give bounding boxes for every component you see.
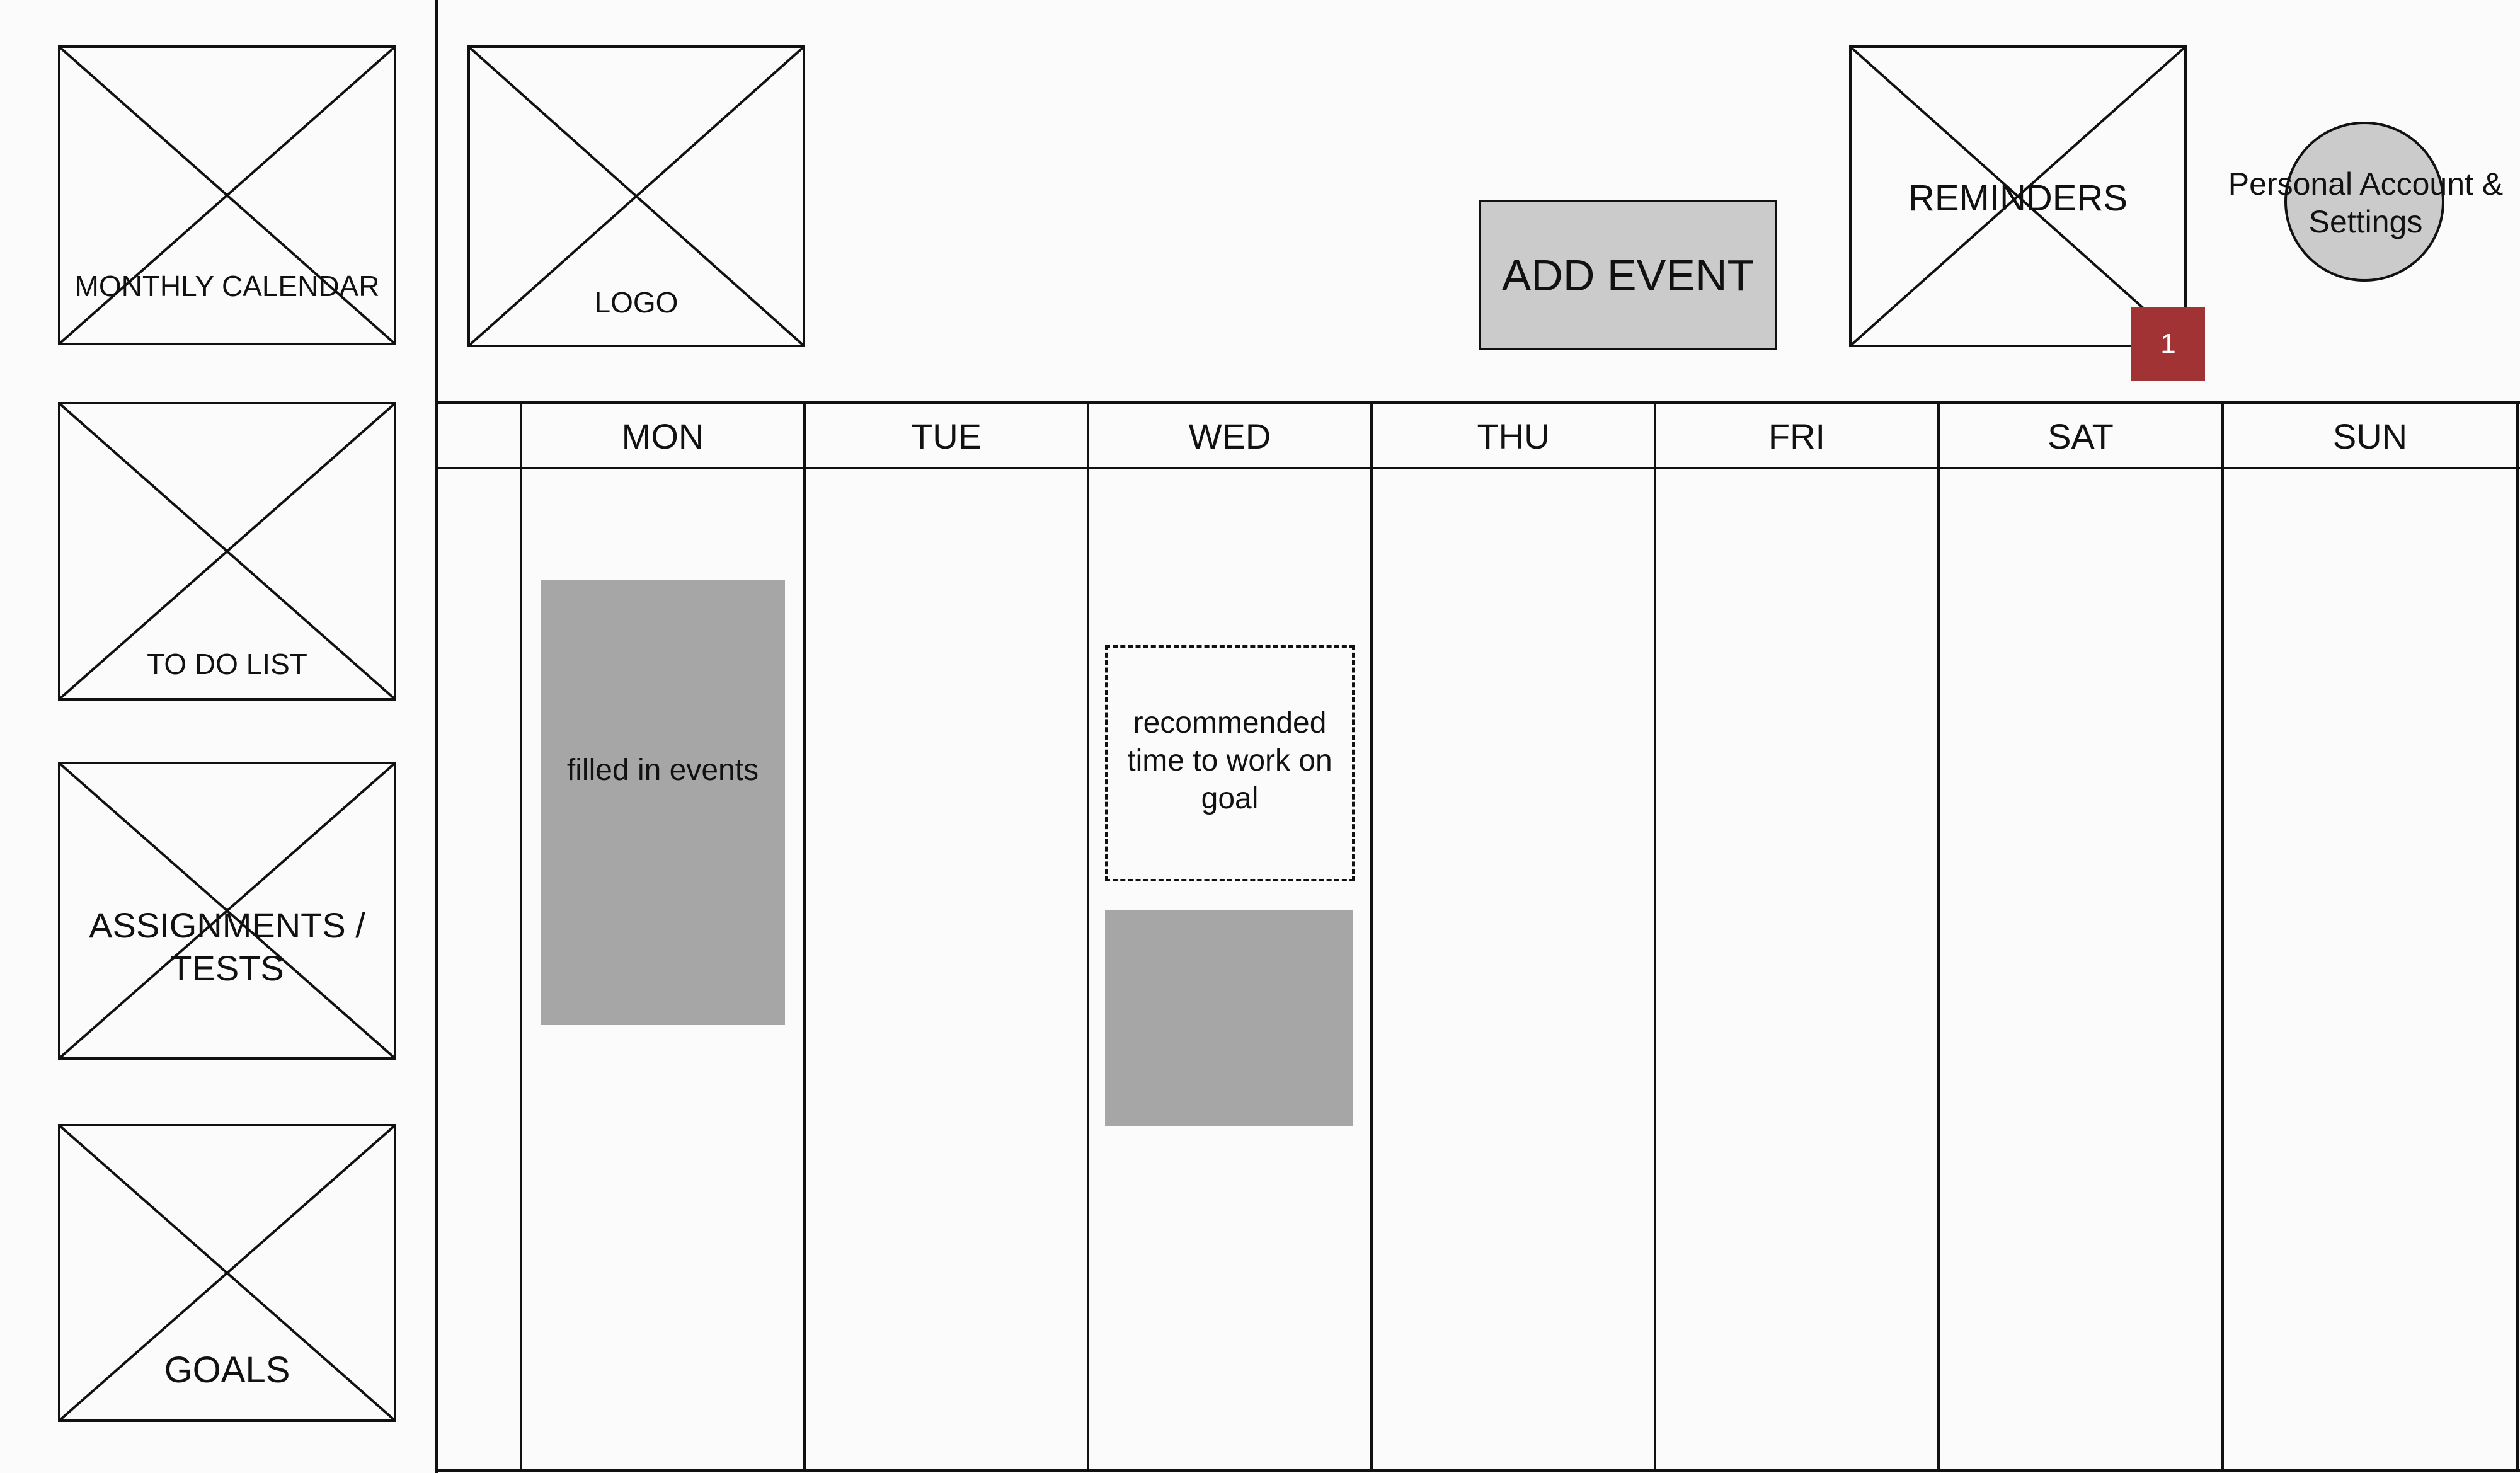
reminders-button[interactable]: REMINDERS xyxy=(1849,45,2187,347)
sidebar-item-label: TO DO LIST xyxy=(147,648,307,680)
day-column-divider xyxy=(1937,401,1940,1472)
logo-label: LOGO xyxy=(594,286,679,319)
day-header-tue[interactable]: TUE xyxy=(806,403,1087,469)
time-column-divider xyxy=(520,401,522,1472)
day-column-divider xyxy=(1654,401,1656,1472)
day-column-divider xyxy=(803,401,806,1472)
reminders-label: REMINDERS xyxy=(1908,178,2128,219)
sidebar-item-label: ASSIGNMENTS / TESTS xyxy=(89,905,365,988)
event-block-filled[interactable] xyxy=(1105,910,1353,1126)
sidebar-item-monthly-calendar[interactable]: MONTHLY CALENDAR xyxy=(58,45,396,345)
calendar-bottom-border xyxy=(435,1469,2520,1472)
account-settings-label[interactable]: Personal Account & Settings xyxy=(2218,165,2514,241)
day-column-divider xyxy=(2221,401,2224,1472)
event-block-filled[interactable]: filled in events xyxy=(541,580,785,1025)
sidebar: MONTHLY CALENDAR TO DO LIST ASSIGNMENTS … xyxy=(0,0,435,1473)
calendar-right-border xyxy=(2516,401,2519,1472)
day-header-fri[interactable]: FRI xyxy=(1656,403,1937,469)
logo: LOGO xyxy=(467,45,805,347)
day-column-divider xyxy=(1370,401,1373,1472)
day-header-thu[interactable]: THU xyxy=(1373,403,1654,469)
event-label: filled in events xyxy=(566,754,759,787)
day-column-divider xyxy=(1087,401,1089,1472)
sidebar-item-goals[interactable]: GOALS xyxy=(58,1124,396,1422)
event-label: recommended time to work on goal xyxy=(1127,706,1332,815)
day-header-sat[interactable]: SAT xyxy=(1940,403,2221,469)
sidebar-item-label: GOALS xyxy=(164,1350,290,1390)
event-block-recommended[interactable]: recommended time to work on goal xyxy=(1105,645,1354,881)
day-header-mon[interactable]: MON xyxy=(522,403,803,469)
sidebar-item-label: MONTHLY CALENDAR xyxy=(74,270,380,302)
day-header-sun[interactable]: SUN xyxy=(2224,403,2516,469)
day-header-wed[interactable]: WED xyxy=(1089,403,1370,469)
sidebar-divider xyxy=(435,0,438,1473)
sidebar-item-to-do-list[interactable]: TO DO LIST xyxy=(58,402,396,701)
add-event-button[interactable]: ADD EVENT xyxy=(1479,200,1777,350)
reminders-count-badge: 1 xyxy=(2131,307,2205,381)
sidebar-item-assignments-tests[interactable]: ASSIGNMENTS / TESTS xyxy=(58,762,396,1060)
